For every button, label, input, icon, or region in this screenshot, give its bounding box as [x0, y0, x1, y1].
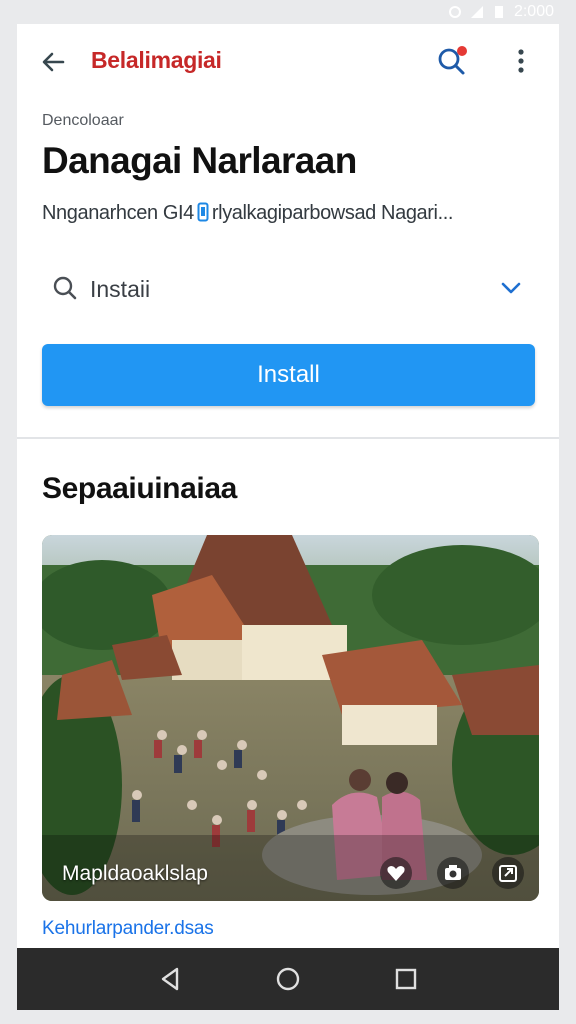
camera-button[interactable]: [437, 857, 469, 889]
home-circle-icon: [276, 967, 300, 991]
signal-icon: [470, 6, 483, 18]
nav-recents-button[interactable]: [390, 963, 422, 995]
nav-home-button[interactable]: [272, 963, 304, 995]
battery-icon: [494, 6, 503, 18]
details-link[interactable]: Kehurlarpander.dsas: [42, 918, 214, 940]
app-screen: Belalimagiai Dencoloaar Danagai Narlaraa…: [17, 24, 559, 948]
more-options-button[interactable]: [509, 44, 533, 78]
page-title: Danagai Narlaraan: [42, 140, 357, 181]
alarm-icon: [448, 6, 461, 18]
section-divider: [17, 437, 559, 439]
notification-dot: [457, 46, 467, 56]
like-button[interactable]: [380, 857, 412, 889]
status-time: 2:000: [513, 3, 554, 20]
status-bar: 2:000: [0, 0, 576, 24]
page-subtitle: Nnganarhcen GI4 rlyalkagiparbowsad Nagari…: [42, 202, 548, 225]
back-triangle-icon: [161, 967, 179, 991]
more-vert-icon: [518, 49, 524, 73]
heart-icon: [387, 866, 405, 881]
select-value: Instaii: [90, 276, 151, 302]
system-nav-bar: [17, 948, 559, 1010]
app-bar: Belalimagiai: [17, 24, 559, 100]
install-button[interactable]: Install: [42, 344, 535, 406]
chevron-down-icon: [501, 282, 521, 294]
share-icon: [499, 865, 517, 882]
page-overline: Dencoloaar: [42, 112, 124, 129]
search-icon: [53, 276, 77, 300]
subtitle-text-start: Nnganarhcen GI4: [42, 202, 194, 224]
subtitle-text-end: rlyalkagiparbowsad Nagari...: [211, 202, 454, 224]
phone-icon: [197, 202, 209, 222]
village-scene-image: [42, 535, 539, 901]
village-photo[interactable]: Mapldaoaklslap: [42, 535, 539, 901]
install-select[interactable]: Instaii: [42, 264, 534, 314]
photo-caption: Mapldaoaklslap: [62, 862, 208, 885]
back-button[interactable]: [37, 46, 69, 78]
section-title: Sepaaiuinaiaa: [42, 472, 237, 505]
recents-square-icon: [395, 968, 417, 990]
share-button[interactable]: [492, 857, 524, 889]
camera-icon: [445, 865, 461, 880]
app-brand-title: Belalimagiai: [91, 47, 222, 73]
nav-back-button[interactable]: [154, 963, 186, 995]
arrow-back-icon: [42, 52, 65, 72]
